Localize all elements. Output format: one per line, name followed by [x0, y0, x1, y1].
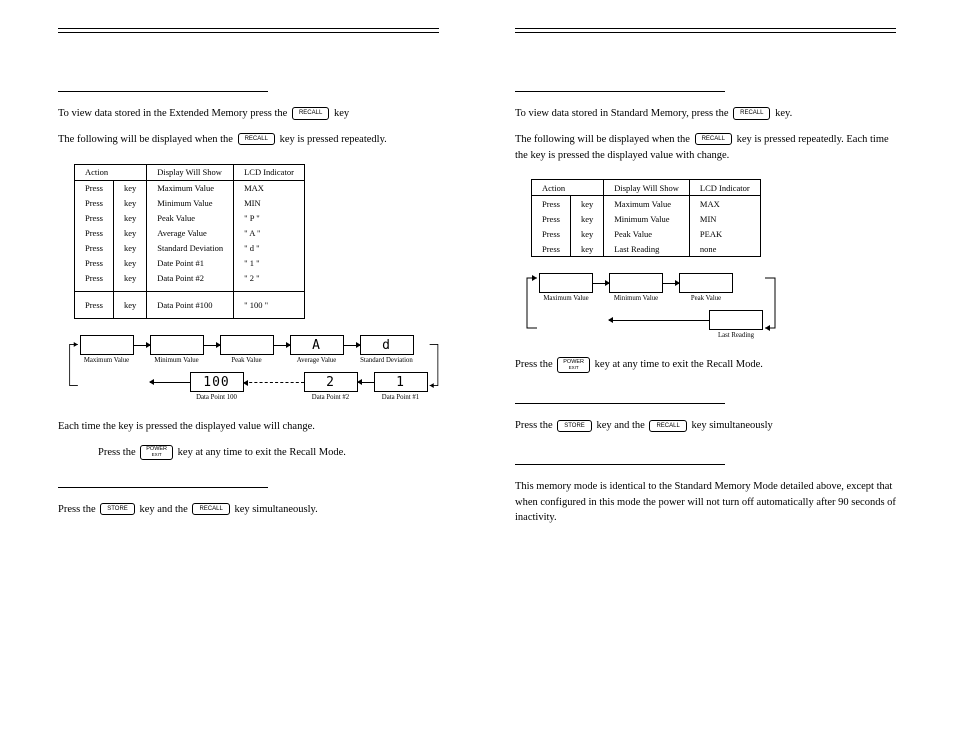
- table-row: PresskeyLast Readingnone: [532, 241, 761, 257]
- loop-right-icon: [428, 335, 440, 395]
- left-intro-1: To view data stored in the Extended Memo…: [58, 106, 439, 122]
- power-exit-key[interactable]: POWEREXIT: [140, 445, 173, 460]
- recall-key[interactable]: RECALL: [695, 133, 732, 145]
- table-header: Action Display Will Show LCD Indicator: [75, 164, 305, 180]
- loop-right-icon: [763, 273, 777, 333]
- table-header: Action Display Will Show LCD Indicator: [532, 180, 761, 196]
- right-after: Press the POWEREXIT key at any time to e…: [515, 357, 896, 373]
- table-row: PresskeyMaximum ValueMAX: [75, 180, 305, 196]
- right-note: This memory mode is identical to the Sta…: [515, 479, 896, 526]
- right-page: To view data stored in Standard Memory, …: [477, 0, 954, 738]
- table-row: PresskeyMinimum ValueMIN: [75, 196, 305, 211]
- left-table: Action Display Will Show LCD Indicator P…: [74, 164, 305, 320]
- table-row: PresskeyMaximum ValueMAX: [532, 196, 761, 212]
- left-intro-2: The following will be displayed when the…: [58, 132, 439, 148]
- right-table: Action Display Will Show LCD Indicator P…: [531, 179, 761, 257]
- right-intro-1: To view data stored in Standard Memory, …: [515, 106, 896, 122]
- store-key[interactable]: STORE: [557, 420, 592, 432]
- table-row: PresskeyDate Point #1" 1 ": [75, 256, 305, 271]
- left-page: To view data stored in the Extended Memo…: [0, 0, 477, 738]
- loop-left-icon: [525, 273, 539, 333]
- table-row: PresskeyPeak Value" P ": [75, 211, 305, 226]
- section-rule: [58, 91, 268, 92]
- table-row: PresskeyPeak ValuePEAK: [532, 226, 761, 241]
- store-key[interactable]: STORE: [100, 503, 135, 515]
- recall-key[interactable]: RECALL: [238, 133, 275, 145]
- recall-key[interactable]: RECALL: [649, 420, 686, 432]
- right-flow-diagram: Maximum Value Minimum Value Peak Value L…: [525, 273, 896, 339]
- table-row: Press key Data Point #100 " 100 ": [75, 292, 305, 319]
- power-exit-key[interactable]: POWEREXIT: [557, 357, 590, 372]
- loop-left-icon: [68, 335, 80, 395]
- recall-key[interactable]: RECALL: [292, 107, 329, 119]
- right-clear: Press the STORE key and the RECALL key s…: [515, 418, 896, 434]
- left-after-2: Press the POWEREXIT key at any time to e…: [98, 445, 439, 461]
- table-row: PresskeyData Point #2" 2 ": [75, 271, 305, 286]
- recall-key[interactable]: RECALL: [192, 503, 229, 515]
- table-row: PresskeyMinimum ValueMIN: [532, 211, 761, 226]
- left-clear: Press the STORE key and the RECALL key s…: [58, 502, 439, 518]
- table-row: PresskeyStandard Deviation" d ": [75, 241, 305, 256]
- recall-key[interactable]: RECALL: [733, 107, 770, 119]
- left-flow-diagram: A d Maximum Value Minimum Value Peak Val…: [68, 335, 439, 401]
- left-after-1: Each time the key is pressed the display…: [58, 419, 439, 435]
- table-row: PresskeyAverage Value" A ": [75, 226, 305, 241]
- right-intro-2: The following will be displayed when the…: [515, 132, 896, 164]
